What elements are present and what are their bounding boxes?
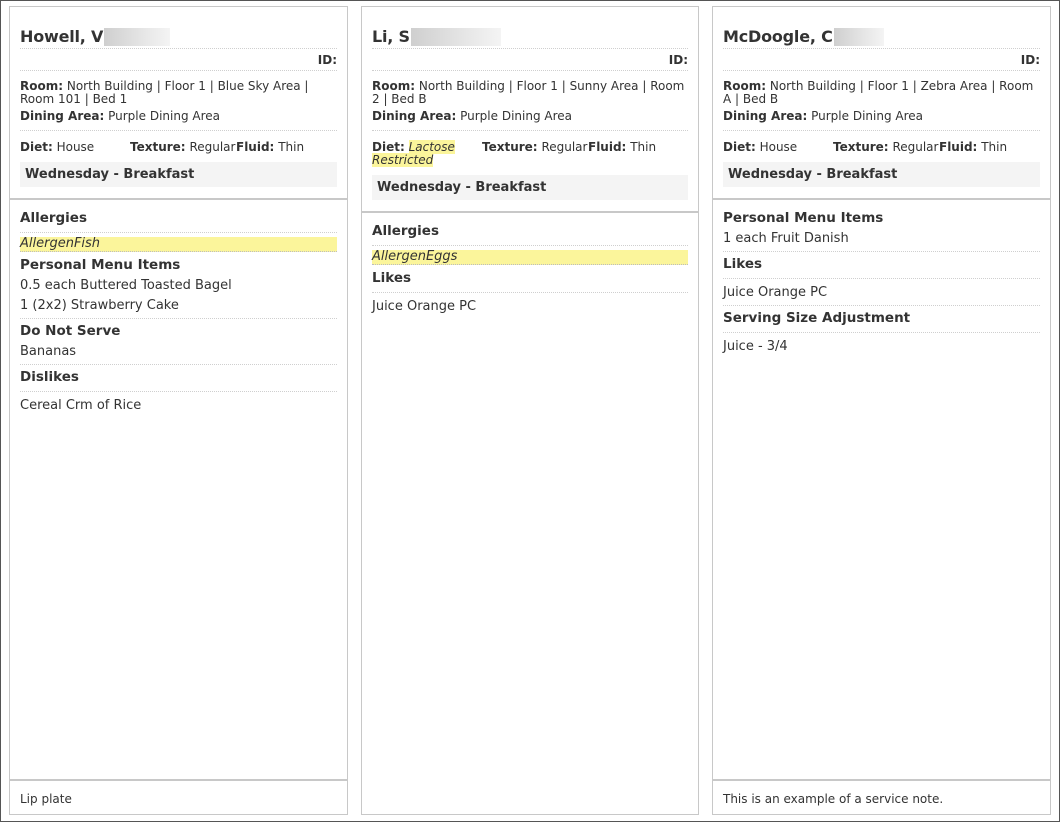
diet-row: Diet: House Texture: Regular Fluid: Thin bbox=[723, 131, 1040, 162]
meal-header: Wednesday - Breakfast bbox=[20, 162, 337, 187]
fluid-label: Fluid: bbox=[588, 140, 627, 154]
resident-name: Li, S bbox=[372, 27, 410, 46]
allergy-item: AllergenFish bbox=[20, 237, 337, 252]
diet-value: House bbox=[56, 140, 95, 154]
location-block: Room: North Building | Floor 1 | Zebra A… bbox=[723, 71, 1040, 131]
room-value: North Building | Floor 1 | Blue Sky Area… bbox=[20, 79, 309, 106]
room-label: Room: bbox=[20, 79, 64, 93]
resident-name: McDoogle, C bbox=[723, 27, 833, 46]
resident-name-row: McDoogle, C bbox=[723, 7, 1040, 49]
personal-menu-item: 1 (2x2) Strawberry Cake bbox=[20, 296, 337, 319]
fluid-value: Thin bbox=[630, 140, 657, 154]
fluid-value: Thin bbox=[981, 140, 1008, 154]
texture-label: Texture: bbox=[833, 140, 889, 154]
personal-menu-item: 0.5 each Buttered Toasted Bagel bbox=[20, 278, 232, 293]
redacted-name-blur bbox=[410, 28, 501, 46]
meal-header: Wednesday - Breakfast bbox=[723, 162, 1040, 187]
texture-label: Texture: bbox=[130, 140, 186, 154]
dining-value: Purple Dining Area bbox=[811, 109, 923, 123]
dining-label: Dining Area: bbox=[20, 109, 105, 123]
dislikes-title: Dislikes bbox=[20, 368, 337, 392]
resident-id: ID: bbox=[372, 49, 688, 71]
location-block: Room: North Building | Floor 1 | Sunny A… bbox=[372, 71, 688, 131]
likes-title: Likes bbox=[372, 269, 688, 293]
texture-value: Regular bbox=[189, 140, 236, 154]
texture-value: Regular bbox=[541, 140, 588, 154]
allergies-title: Allergies bbox=[20, 209, 337, 233]
redacted-name-blur bbox=[104, 28, 171, 46]
serving-size-adjustment-title: Serving Size Adjustment bbox=[723, 309, 1040, 333]
likes-title: Likes bbox=[723, 255, 1040, 279]
allergies-title: Allergies bbox=[372, 222, 688, 246]
fluid-label: Fluid: bbox=[236, 140, 275, 154]
do-not-serve-item: Bananas bbox=[20, 342, 337, 365]
service-note: This is an example of a service note. bbox=[713, 779, 1050, 814]
tray-card-li: Li, S ID: Room: North Building | Floor 1… bbox=[361, 6, 699, 815]
dining-value: Purple Dining Area bbox=[108, 109, 220, 123]
resident-id: ID: bbox=[723, 49, 1040, 71]
room-value: North Building | Floor 1 | Sunny Area | … bbox=[372, 79, 685, 106]
resident-id: ID: bbox=[20, 49, 337, 71]
dining-label: Dining Area: bbox=[372, 109, 457, 123]
diet-label: Diet: bbox=[372, 140, 405, 154]
resident-name-row: Li, S bbox=[372, 7, 688, 49]
like-item: Juice Orange PC bbox=[372, 299, 477, 314]
meal-header: Wednesday - Breakfast bbox=[372, 175, 688, 200]
like-item: Juice Orange PC bbox=[723, 283, 1040, 306]
diet-value: House bbox=[759, 140, 798, 154]
service-note: Lip plate bbox=[10, 779, 347, 814]
dining-label: Dining Area: bbox=[723, 109, 808, 123]
diet-label: Diet: bbox=[20, 140, 53, 154]
personal-menu-item: 1 each Fruit Danish bbox=[723, 229, 1040, 252]
service-note bbox=[362, 779, 698, 814]
diet-row: Diet: House Texture: Regular Fluid: Thin bbox=[20, 131, 337, 162]
serving-size-adjustment-item: Juice - 3/4 bbox=[723, 339, 788, 354]
do-not-serve-title: Do Not Serve bbox=[20, 323, 121, 339]
room-label: Room: bbox=[372, 79, 416, 93]
location-block: Room: North Building | Floor 1 | Blue Sk… bbox=[20, 71, 337, 131]
fluid-value: Thin bbox=[278, 140, 305, 154]
allergy-item: AllergenEggs bbox=[372, 250, 688, 265]
texture-value: Regular bbox=[892, 140, 939, 154]
fluid-label: Fluid: bbox=[939, 140, 978, 154]
tray-card-mcdoogle: McDoogle, C ID: Room: North Building | F… bbox=[712, 6, 1051, 815]
room-label: Room: bbox=[723, 79, 767, 93]
personal-menu-items-title: Personal Menu Items bbox=[20, 257, 181, 273]
resident-name-row: Howell, V bbox=[20, 7, 337, 49]
personal-menu-items-title: Personal Menu Items bbox=[723, 210, 884, 226]
redacted-name-blur bbox=[833, 28, 884, 46]
resident-name: Howell, V bbox=[20, 27, 104, 46]
dining-value: Purple Dining Area bbox=[460, 109, 572, 123]
texture-label: Texture: bbox=[482, 140, 538, 154]
diet-row: Diet: Lactose Restricted Texture: Regula… bbox=[372, 131, 688, 175]
tray-card-howell: Howell, V ID: Room: North Building | Flo… bbox=[9, 6, 348, 815]
room-value: North Building | Floor 1 | Zebra Area | … bbox=[723, 79, 1034, 106]
diet-label: Diet: bbox=[723, 140, 756, 154]
dislike-item: Cereal Crm of Rice bbox=[20, 398, 142, 413]
